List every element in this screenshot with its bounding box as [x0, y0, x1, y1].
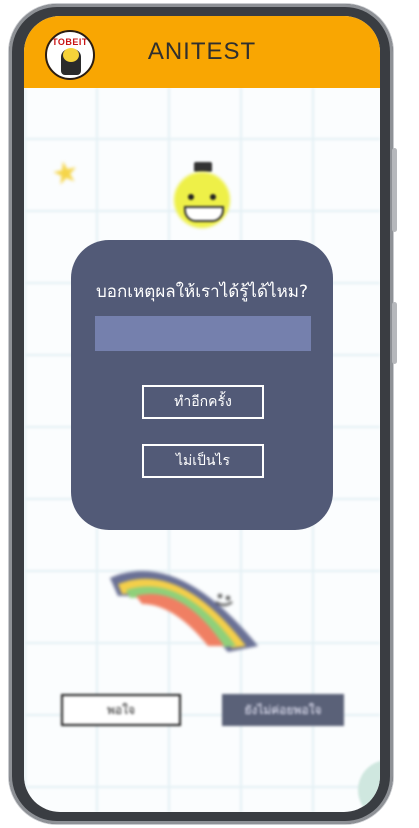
app-title: ANITEST	[147, 38, 257, 65]
character-mouth	[184, 206, 224, 222]
graduation-cap-icon	[194, 162, 212, 172]
phone-volume-button	[392, 148, 397, 232]
app-screen: TOBEIT ANITEST ★ พอใจ ยังไม่ค่อยพอใจ บอก…	[24, 16, 380, 812]
rainbow-illustration	[108, 554, 268, 654]
app-header: TOBEIT ANITEST	[24, 16, 380, 88]
phone-power-button	[392, 302, 397, 364]
feedback-dialog: บอกเหตุผลให้เราได้รู้ได้ไหม? ทำอีกครั้ง …	[71, 240, 333, 530]
character-eye-left	[188, 194, 194, 200]
retry-button[interactable]: ทำอีกครั้ง	[142, 385, 264, 419]
reason-input[interactable]	[95, 316, 311, 351]
character-eye-right	[210, 194, 216, 200]
not-satisfied-button: ยังไม่ค่อยพอใจ	[222, 694, 344, 726]
dialog-question: บอกเหตุผลให้เราได้รู้ได้ไหม?	[95, 282, 309, 302]
never-mind-button[interactable]: ไม่เป็นไร	[142, 444, 264, 478]
satisfied-button: พอใจ	[61, 694, 181, 726]
